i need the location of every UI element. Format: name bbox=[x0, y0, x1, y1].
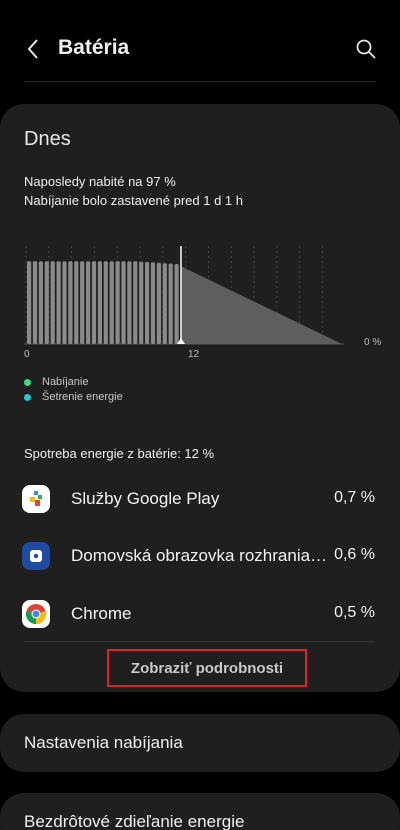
page-title: Batéria bbox=[58, 36, 130, 59]
search-icon bbox=[356, 39, 376, 59]
charging-stopped-text: Nabíjanie bolo zastavené pred 1 d 1 h bbox=[24, 193, 243, 208]
chart-bar bbox=[150, 262, 156, 344]
google-play-services-icon bbox=[22, 485, 50, 513]
app-bar: Batéria bbox=[0, 0, 400, 100]
app-row-chrome[interactable]: Chrome 0,5 % bbox=[0, 589, 400, 639]
chart-bar bbox=[162, 263, 167, 344]
chart-bar bbox=[27, 261, 32, 344]
wireless-powershare-item[interactable]: Bezdrôtové zdieľanie energie bbox=[0, 793, 400, 830]
chart-bar bbox=[50, 261, 55, 344]
battery-usage-chart[interactable] bbox=[24, 246, 344, 346]
one-ui-home-icon bbox=[22, 542, 50, 570]
chart-bar bbox=[80, 261, 85, 344]
legend-label: Šetrenie energie bbox=[42, 391, 123, 403]
chart-bar bbox=[56, 261, 61, 344]
chart-bar bbox=[74, 261, 79, 344]
header-divider bbox=[24, 81, 376, 82]
chart-bar bbox=[38, 261, 43, 344]
chart-bar bbox=[44, 261, 49, 344]
y-right-label: 0 % bbox=[364, 337, 382, 348]
app-name: Chrome bbox=[71, 604, 132, 623]
wireless-powershare-label: Bezdrôtové zdieľanie energie bbox=[24, 812, 245, 830]
today-card: Dnes Naposledy nabité na 97 % Nabíjanie … bbox=[0, 104, 400, 692]
charging-settings-item[interactable]: Nastavenia nabíjania bbox=[0, 714, 400, 772]
usage-title: Spotreba energie z batérie: 12 % bbox=[24, 446, 215, 461]
x-tick-12: 12 bbox=[188, 349, 200, 360]
chart-projection-area bbox=[181, 266, 342, 344]
legend-dot-cyan bbox=[24, 393, 31, 401]
chart-bar bbox=[133, 261, 138, 344]
chart-bar bbox=[156, 262, 161, 344]
app-name: Služby Google Play bbox=[71, 489, 220, 508]
app-usage-value: 0,7 % bbox=[334, 489, 375, 506]
chart-bar bbox=[32, 261, 38, 344]
chart-bar bbox=[68, 261, 73, 344]
app-row-google-play-services[interactable]: Služby Google Play 0,7 % bbox=[0, 474, 400, 524]
show-details-button[interactable]: Zobraziť podrobnosti bbox=[107, 649, 307, 687]
chart-bar bbox=[91, 261, 97, 344]
chevron-left-icon bbox=[27, 39, 38, 59]
x-tick-0: 0 bbox=[24, 349, 30, 360]
last-charged-text: Naposledy nabité na 97 % bbox=[24, 174, 176, 189]
card-title: Dnes bbox=[24, 128, 71, 150]
app-usage-value: 0,6 % bbox=[334, 546, 375, 563]
legend-label: Nabíjanie bbox=[42, 376, 89, 388]
app-name: Domovská obrazovka rozhrania One UI bbox=[71, 546, 331, 565]
chart-bar bbox=[62, 261, 67, 344]
chart-bar bbox=[168, 263, 173, 344]
app-row-one-ui-home[interactable]: Domovská obrazovka rozhrania One UI 0,6 … bbox=[0, 531, 400, 581]
legend-dot-green bbox=[24, 378, 31, 386]
chart-bar bbox=[115, 261, 120, 344]
chart-bar bbox=[174, 264, 179, 344]
legend-power-saving: Šetrenie energie bbox=[24, 391, 123, 403]
chart-bar bbox=[121, 261, 126, 344]
charging-settings-label: Nastavenia nabíjania bbox=[24, 733, 183, 752]
chart-bar bbox=[103, 261, 108, 344]
card-divider bbox=[24, 641, 375, 642]
legend-charging: Nabíjanie bbox=[24, 376, 88, 388]
chart-bar bbox=[139, 261, 144, 344]
chart-bar bbox=[145, 262, 150, 344]
chart-bar bbox=[86, 261, 91, 344]
chart-bar bbox=[109, 261, 114, 344]
chrome-icon bbox=[22, 600, 50, 628]
search-button[interactable] bbox=[352, 35, 380, 63]
chart-bar bbox=[97, 261, 102, 344]
app-usage-value: 0,5 % bbox=[334, 604, 375, 621]
chart-bar bbox=[127, 261, 132, 344]
back-button[interactable] bbox=[18, 34, 48, 64]
